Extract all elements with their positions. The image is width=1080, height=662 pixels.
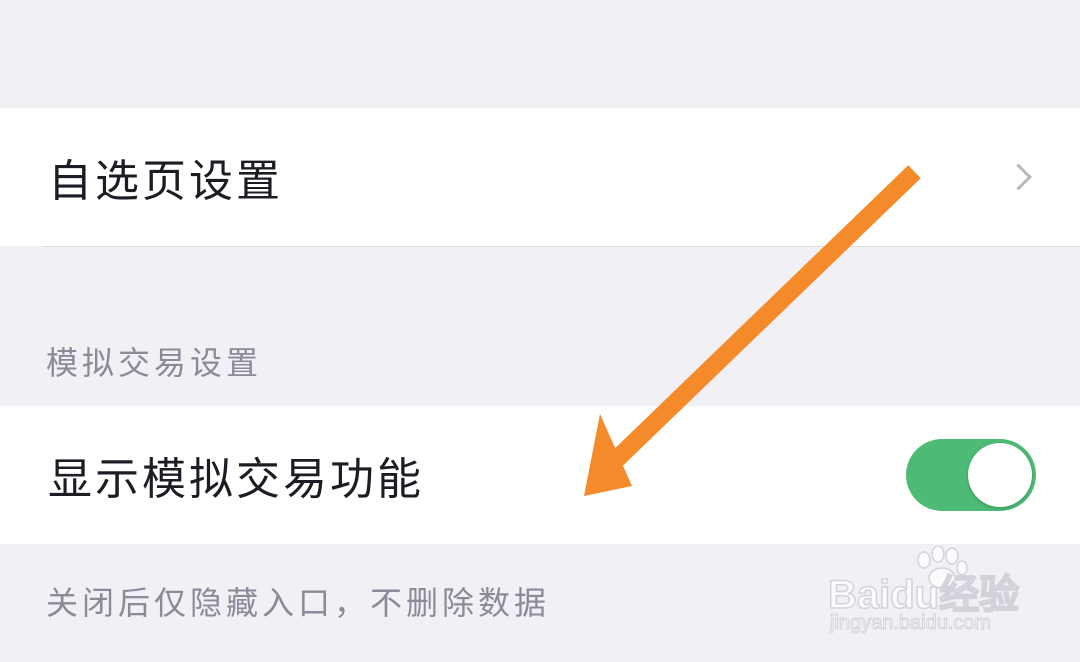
sim-trading-toggle[interactable] — [906, 439, 1036, 511]
watermark-url: jingyan.baidu.com — [829, 612, 992, 635]
chevron-right-icon — [1005, 163, 1032, 191]
show-sim-trading-label: 显示模拟交易功能 — [48, 454, 424, 505]
toggle-knob — [968, 443, 1032, 507]
show-sim-trading-row: 显示模拟交易功能 — [0, 406, 1080, 544]
watchlist-settings-label: 自选页设置 — [48, 156, 283, 207]
baidu-jingyan-watermark: Baidu经验 jingyan.baidu.com — [827, 546, 1028, 648]
sim-trading-section-header: 模拟交易设置 — [46, 344, 263, 382]
row-divider — [42, 246, 1080, 247]
sim-trading-footnote: 关闭后仅隐藏入口，不删除数据 — [46, 584, 551, 622]
watchlist-settings-row[interactable]: 自选页设置 — [0, 108, 1080, 246]
